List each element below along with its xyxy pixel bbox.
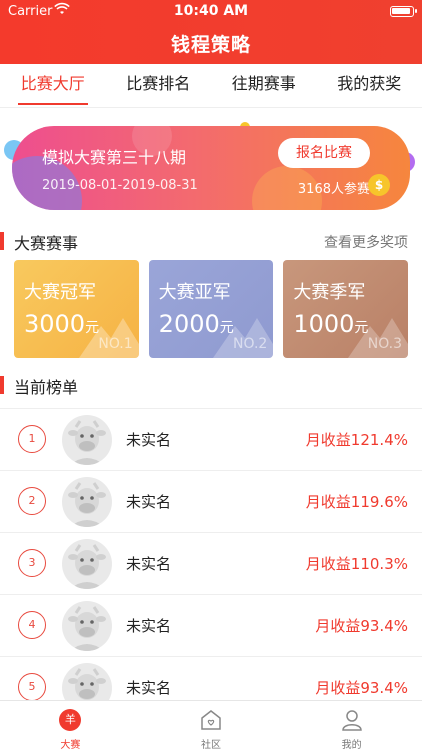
ranking-section-header: 当前榜单: [0, 370, 422, 400]
list-item[interactable]: 3 未实名 月收益110.3%: [0, 532, 422, 594]
tabbar-label: 我的: [341, 740, 362, 750]
player-name: 未实名: [126, 431, 172, 449]
avatar: [62, 539, 112, 589]
contest-date-range: 2019-08-01-2019-08-31: [42, 178, 198, 193]
monthly-gain: 月收益119.6%: [305, 493, 408, 511]
prize-title: 大赛冠军: [24, 282, 96, 303]
prize-amount-value: 1000: [293, 310, 355, 338]
list-item[interactable]: 4 未实名 月收益93.4%: [0, 594, 422, 656]
signup-button[interactable]: 报名比赛: [278, 138, 370, 168]
avatar: [62, 415, 112, 465]
prize-amount-value: 2000: [158, 310, 220, 338]
page-title: 钱程策略: [170, 34, 251, 56]
tabbar-item-community[interactable]: 社区: [141, 701, 282, 750]
tab-past-events[interactable]: 往期赛事: [211, 64, 317, 107]
community-icon: [200, 709, 222, 731]
player-name: 未实名: [126, 679, 172, 697]
cow-avatar-icon: [68, 544, 106, 589]
prize-amount-unit: 元: [219, 320, 234, 336]
prize-rank: NO.1: [98, 336, 133, 352]
player-name: 未实名: [126, 493, 172, 511]
player-name: 未实名: [126, 617, 172, 635]
tab-my-awards[interactable]: 我的获奖: [317, 64, 422, 107]
bottom-tab-bar: 羊 大赛 社区 我的: [0, 700, 422, 750]
prize-rank: NO.3: [367, 336, 403, 352]
monthly-gain: 月收益93.4%: [315, 617, 408, 635]
prize-amount-unit: 元: [354, 320, 369, 336]
section-accent-bar: [0, 376, 4, 394]
rank-number: 1: [18, 425, 46, 453]
rank-number: 3: [18, 549, 46, 577]
cow-avatar-icon: [68, 606, 106, 651]
avatar: [62, 601, 112, 651]
contest-name: 模拟大赛第三十八期: [42, 148, 187, 167]
tabbar-label: 大赛: [60, 740, 81, 750]
status-time: 10:40 AM: [173, 3, 249, 19]
prize-card-runner-up[interactable]: 大赛亚军 2000元 NO.2: [148, 260, 274, 358]
rank-number: 2: [18, 487, 46, 515]
tab-match-hall[interactable]: 比赛大厅: [0, 64, 106, 107]
contest-banner[interactable]: 模拟大赛第三十八期 2019-08-01-2019-08-31 3168人参赛 …: [12, 126, 410, 210]
list-item[interactable]: 1 未实名 月收益121.4%: [0, 408, 422, 470]
cow-avatar-icon: [68, 420, 106, 465]
prize-rank: NO.2: [233, 336, 268, 352]
yuan-icon: 羊: [59, 709, 82, 731]
more-awards-link[interactable]: 查看更多奖项: [324, 232, 408, 252]
tabbar-label: 社区: [201, 740, 221, 750]
list-item[interactable]: 2 未实名 月收益119.6%: [0, 470, 422, 532]
events-section-header: 大赛赛事 查看更多奖项: [0, 226, 422, 256]
player-name: 未实名: [126, 555, 172, 573]
cow-avatar-icon: [68, 482, 106, 527]
yuan-glyph: 羊: [59, 709, 82, 731]
monthly-gain: 月收益121.4%: [305, 431, 408, 449]
prize-title: 大赛亚军: [158, 282, 231, 303]
rank-number: 4: [18, 611, 46, 639]
prize-amount: 3000元: [24, 310, 99, 338]
battery-icon: [390, 6, 417, 17]
events-section-title: 大赛赛事: [14, 234, 79, 253]
profile-icon: [341, 709, 363, 731]
avatar: [62, 477, 112, 527]
app-header: Carrier 10:40 AM 钱程策略: [0, 0, 422, 64]
participant-count: 3168人参赛: [297, 182, 370, 197]
tabbar-item-profile[interactable]: 我的: [281, 701, 422, 750]
prize-amount-value: 3000: [24, 310, 86, 338]
prize-title: 大赛季军: [293, 282, 366, 303]
ranking-list: 1 未实名 月收益121.4% 2 未实名 月收益119.6% 3 未实名 月收…: [0, 408, 422, 718]
status-bar: Carrier 10:40 AM: [0, 0, 422, 22]
prize-cards: 大赛冠军 3000元 NO.1 大赛亚军 2000元 NO.2 大赛季军 100…: [14, 260, 409, 358]
rank-number: 5: [18, 673, 46, 701]
prize-amount: 1000元: [293, 310, 368, 338]
top-tabs: 比赛大厅 比赛排名 往期赛事 我的获奖: [0, 64, 422, 108]
prize-card-champion[interactable]: 大赛冠军 3000元 NO.1: [14, 260, 139, 358]
prize-amount: 2000元: [159, 310, 234, 338]
coin-icon: $: [368, 174, 390, 196]
prize-card-third[interactable]: 大赛季军 1000元 NO.3: [283, 260, 409, 358]
monthly-gain: 月收益110.3%: [305, 555, 408, 573]
section-accent-bar: [0, 232, 4, 250]
prize-amount-unit: 元: [85, 320, 100, 336]
ranking-section-title: 当前榜单: [14, 378, 79, 397]
monthly-gain: 月收益93.4%: [315, 679, 408, 697]
tabbar-item-contest[interactable]: 羊 大赛: [0, 701, 141, 750]
tab-match-ranking[interactable]: 比赛排名: [106, 64, 212, 107]
